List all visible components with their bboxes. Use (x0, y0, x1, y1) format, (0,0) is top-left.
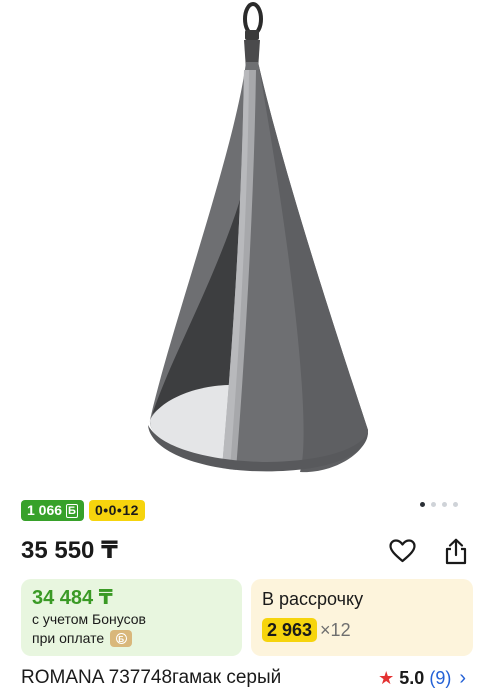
gallery-dot[interactable] (453, 502, 458, 507)
installment-title: В рассрочку (262, 589, 364, 609)
product-price: 35 550 ₸ (21, 537, 118, 564)
share-button[interactable] (441, 536, 471, 566)
installment-row: 2 963 ×12 (262, 618, 462, 642)
product-image[interactable] (0, 0, 495, 492)
installment-amount: 2 963 (262, 618, 318, 642)
promo-badges: 1 066 Б 0•0•12 (21, 500, 145, 521)
favorite-button[interactable] (387, 536, 417, 566)
gallery-dot[interactable] (442, 502, 447, 507)
gallery-dot-active[interactable] (420, 502, 425, 507)
bonus-price: 34 484 ₸ (32, 587, 113, 609)
bonus-coin-icon: Б (110, 630, 133, 647)
bonus-symbol-icon: Б (66, 503, 78, 518)
bonus-badge-amount: 1 066 (27, 502, 63, 518)
installment-card[interactable]: В рассрочку 2 963 ×12 (251, 579, 473, 656)
share-icon (445, 538, 467, 564)
price-actions (387, 536, 471, 566)
bonus-caption: с учетом Бонусов (32, 611, 146, 627)
gallery-pagination (420, 502, 458, 507)
installment-badge: 0•0•12 (88, 500, 145, 521)
product-title: ROMANA 737748гамак серый (21, 667, 282, 688)
rating-score: 5.0 (399, 668, 425, 688)
bonus-badge: 1 066 Б (21, 500, 84, 521)
bonus-payment-caption: при оплате (32, 630, 105, 646)
hammock-image (148, 2, 368, 473)
product-page: 1 066 Б 0•0•12 35 550 ₸ 34 484 ₸ с учето… (0, 0, 495, 699)
rating-link[interactable]: ★ 5.0 (9) › (378, 667, 466, 690)
bonus-price-card[interactable]: 34 484 ₸ с учетом Бонусов при оплате Б (21, 579, 242, 656)
gallery-dot[interactable] (431, 502, 436, 507)
chevron-right-icon: › (459, 667, 466, 689)
review-count: (9) (429, 668, 452, 688)
bonus-payment-row: при оплате Б (32, 629, 231, 648)
installment-months: ×12 (320, 619, 351, 640)
star-icon: ★ (378, 668, 395, 688)
heart-icon (388, 539, 416, 563)
